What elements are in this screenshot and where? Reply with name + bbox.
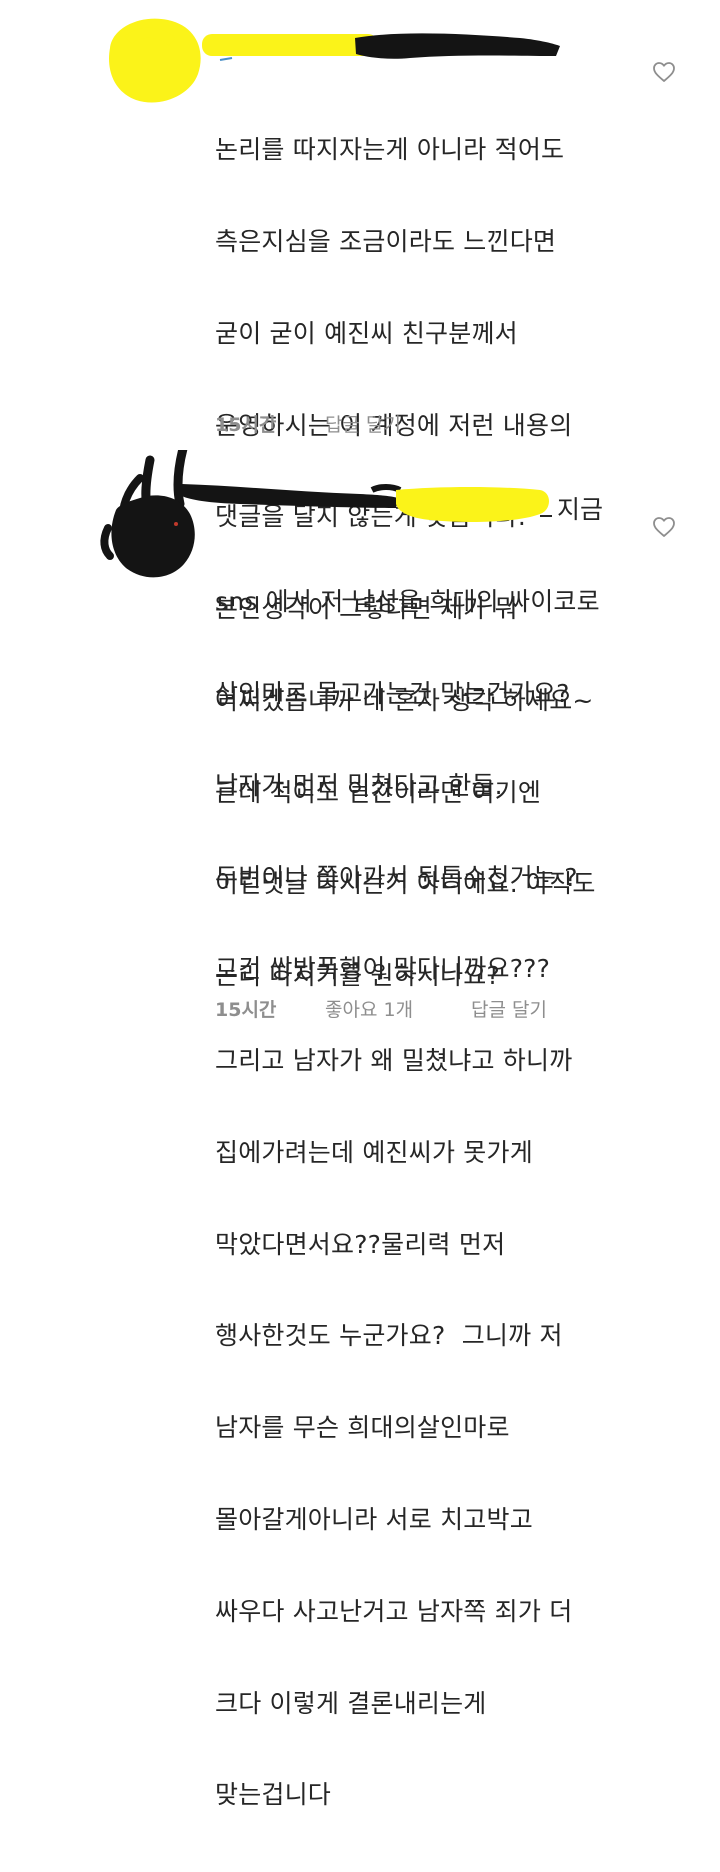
likes-count-button[interactable]: 좋아요 1개: [325, 995, 413, 1022]
comment-item: 논리를 따지자는게 아니라 적어도 측은지심을 조금이라도 느낀다면 굳이 굳이…: [0, 0, 720, 990]
comment-line: 남자를 무슨 희대의살인마로: [215, 1413, 510, 1443]
heart-outline-icon[interactable]: [652, 61, 676, 83]
comment-line: 논리를 따지자는게 아니라 적어도: [215, 135, 565, 165]
comment-line: 그리고 남자가 왜 밀쳤냐고 하니까: [215, 1046, 573, 1076]
comment-line: 두번이나 쫓아가서 뒷통수친거는 ?: [215, 862, 578, 892]
comment-line: 싸우다 사고난거고 남자쪽 죄가 더: [215, 1596, 573, 1626]
comment-line: 남자가 먼저 밀쳤다고 한들.: [215, 770, 503, 800]
comment-line: 측은지심을 조금이라도 느낀다면: [215, 226, 557, 256]
comment-text-fragment: 지금: [557, 495, 604, 524]
comment-item: 지금 sns 에서 저 남성을 희대의 싸이코로 살인마로 몰고가는건 맞는건가…: [0, 450, 720, 1809]
comment-line: sns 에서 저 남성을 희대의 싸이코로: [215, 587, 600, 617]
reply-button[interactable]: 답글 달기: [325, 410, 401, 437]
heart-outline-icon[interactable]: [652, 516, 676, 538]
comment-line: 굳이 굳이 예진씨 친구분께서: [215, 318, 518, 348]
comment-timestamp: 15시간: [215, 414, 277, 436]
comment-line: 행사한것도 누군가요? 그니까 저: [215, 1321, 563, 1351]
comment-line: 집에가려는데 예진씨가 못가게: [215, 1137, 533, 1167]
comment-text: sns 에서 저 남성을 희대의 싸이코로 살인마로 몰고가는건 맞는건가요? …: [215, 526, 600, 1872]
comment-line: 크다 이렇게 결론내리는게: [215, 1688, 487, 1718]
comment-line: 살인마로 몰고가는건 맞는건가요?: [215, 678, 570, 708]
comment-line: 몰아갈게아니라 서로 치고박고: [215, 1505, 533, 1534]
comment-line: 맞는겁니다: [215, 1780, 332, 1810]
reply-button[interactable]: 답글 달기: [471, 995, 547, 1022]
comment-line: 그건 쌍방폭행이 맞다니까요???: [215, 954, 551, 984]
comment-timestamp: 15시간: [215, 999, 277, 1021]
comment-meta: 15시간 좋아요 1개 답글 달기: [215, 995, 547, 1105]
comment-line: 막았다면서요??물리력 먼저: [215, 1229, 506, 1259]
